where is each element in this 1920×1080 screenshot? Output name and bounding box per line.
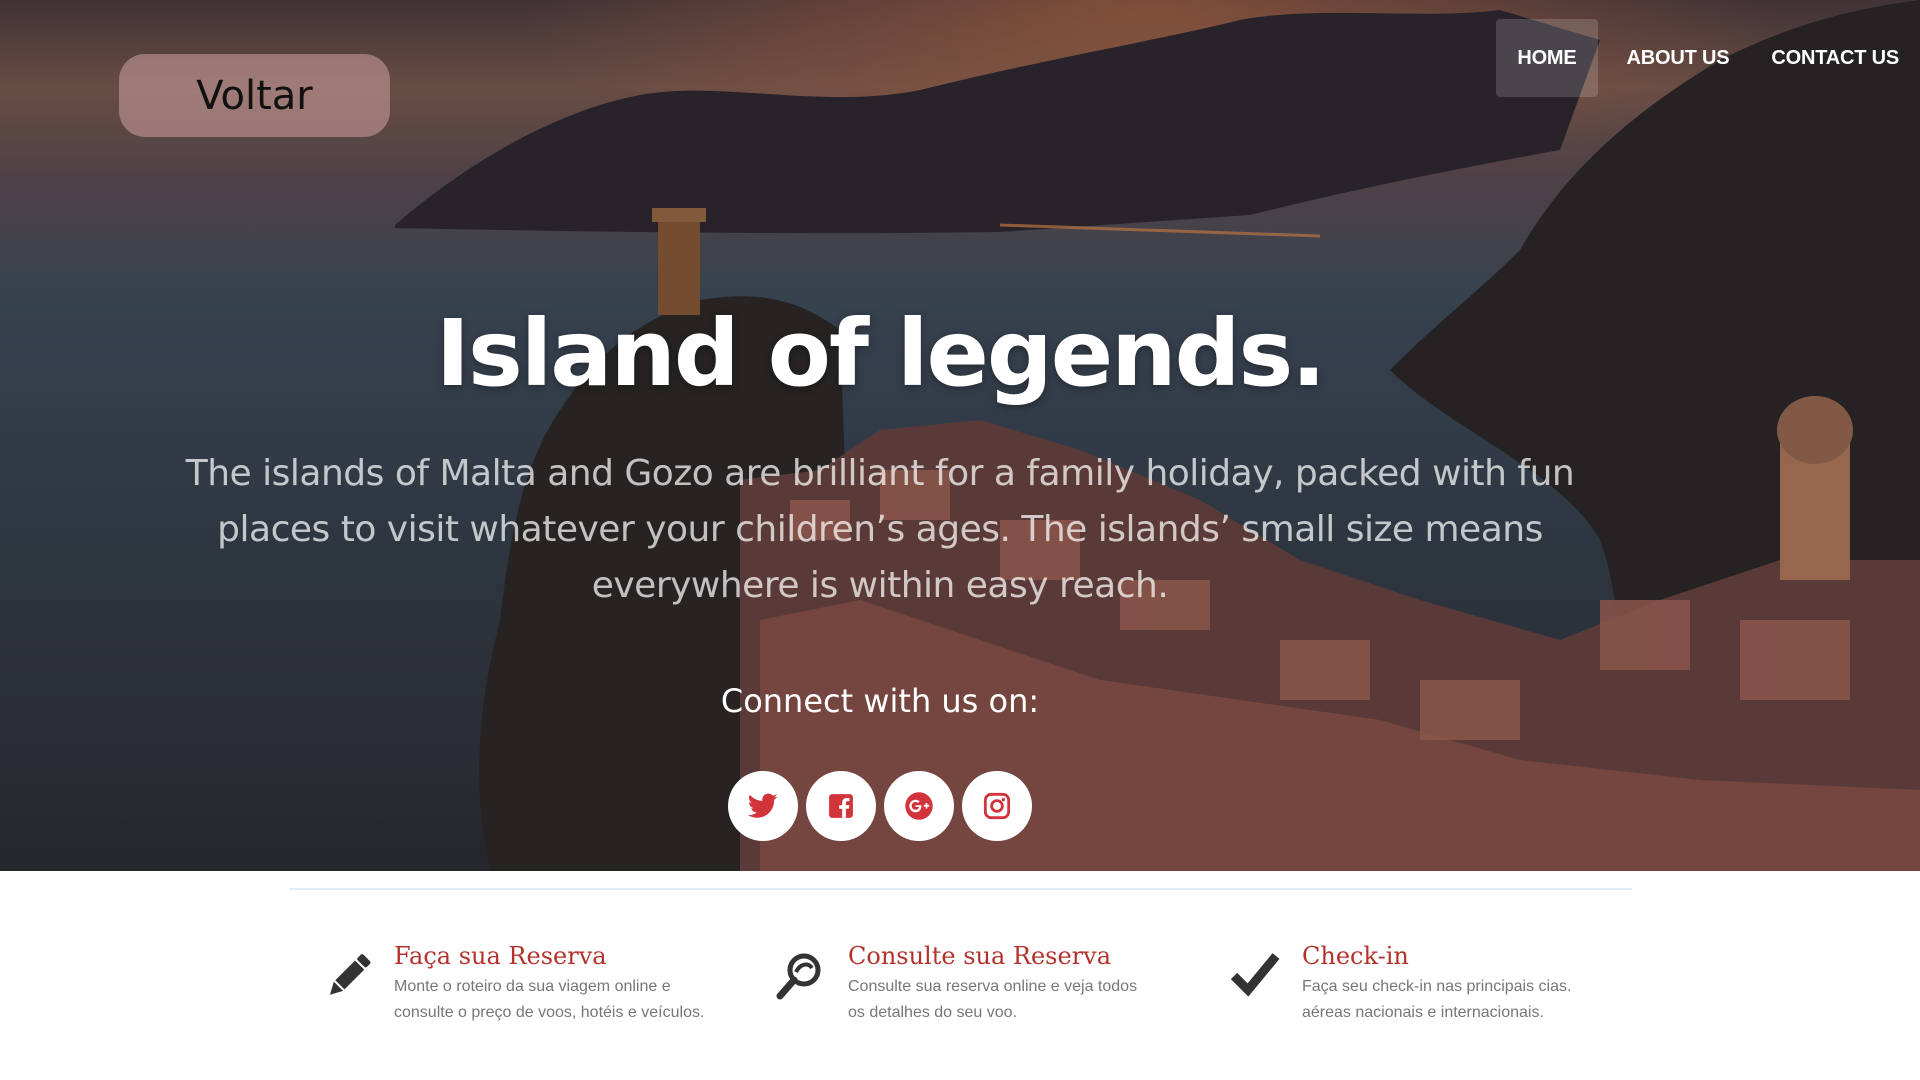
facebook-icon xyxy=(829,794,853,818)
checkmark-icon xyxy=(1230,953,1280,997)
feature-check-reservation[interactable]: Consulte sua Reserva Consulte sua reserv… xyxy=(772,940,1137,1026)
hero-title: Island of legends. xyxy=(435,300,1327,407)
feature-description-line: Faça seu check-in nas principais cias. xyxy=(1302,978,1572,995)
section-divider xyxy=(289,888,1632,890)
hero-description: The islands of Malta and Gozo are brilli… xyxy=(185,453,1575,606)
instagram-link[interactable] xyxy=(962,771,1032,841)
search-reservation-icon xyxy=(776,953,821,1000)
google-plus-icon xyxy=(905,792,933,820)
feature-make-reservation[interactable]: Faça sua Reserva Monte o roteiro da sua … xyxy=(318,940,704,1026)
twitter-icon xyxy=(748,793,778,818)
pencil-icon xyxy=(329,954,371,995)
feature-description: Monte o roteiro da sua viagem online e c… xyxy=(394,974,704,1026)
feature-description-line: aéreas nacionais e internacionais. xyxy=(1302,1004,1544,1021)
twitter-link[interactable] xyxy=(728,771,798,841)
feature-title: Check-in xyxy=(1302,942,1409,970)
feature-description-line: Consulte sua reserva online e veja todos xyxy=(848,978,1138,995)
feature-description-line: Monte o roteiro da sua viagem online e xyxy=(394,978,671,995)
nav-item-home[interactable]: HOME xyxy=(1496,19,1598,97)
feature-title: Faça sua Reserva xyxy=(394,942,607,970)
facebook-link[interactable] xyxy=(806,771,876,841)
hero-section: Voltar HOME ABOUT US CONTACT US Island o… xyxy=(0,0,1920,871)
nav-item-contact-us[interactable]: CONTACT US xyxy=(1750,19,1920,97)
connect-label: Connect with us on: xyxy=(720,682,1040,720)
google-plus-link[interactable] xyxy=(884,771,954,841)
feature-description: Faça seu check-in nas principais cias. a… xyxy=(1302,974,1571,1026)
nav-item-about-us[interactable]: ABOUT US xyxy=(1606,19,1751,97)
social-links xyxy=(728,771,1032,841)
feature-description: Consulte sua reserva online e veja todos… xyxy=(848,974,1137,1026)
feature-title: Consulte sua Reserva xyxy=(848,942,1112,970)
top-navigation: HOME ABOUT US CONTACT US xyxy=(1496,19,1920,97)
instagram-icon xyxy=(983,792,1011,820)
back-button[interactable]: Voltar xyxy=(119,54,390,137)
features-section: Faça sua Reserva Monte o roteiro da sua … xyxy=(0,940,1920,1060)
feature-description-line: os detalhes do seu voo. xyxy=(848,1004,1018,1021)
feature-check-in[interactable]: Check-in Faça seu check-in nas principai… xyxy=(1226,940,1571,1026)
feature-description-line: consulte o preço de voos, hotéis e veícu… xyxy=(394,1004,705,1021)
